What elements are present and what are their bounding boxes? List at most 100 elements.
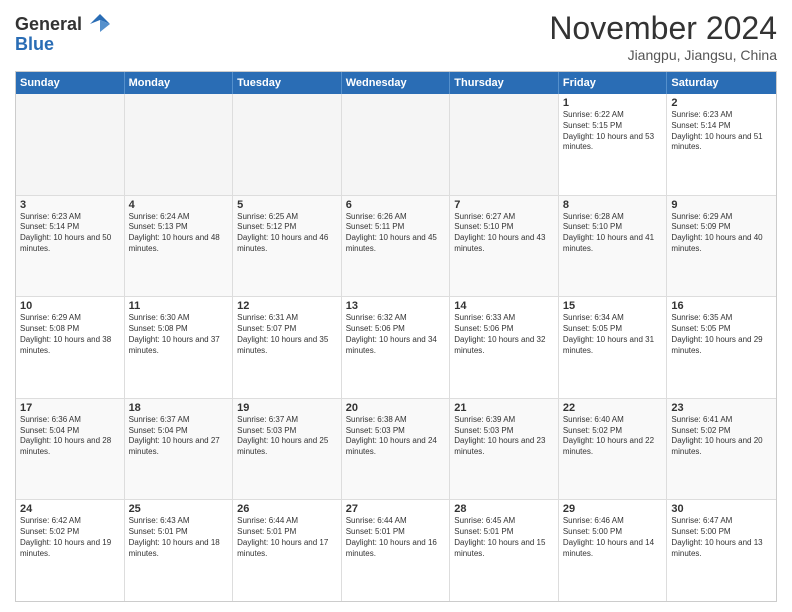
cell-info: Sunrise: 6:39 AMSunset: 5:03 PMDaylight:… — [454, 415, 554, 458]
weekday-header: Saturday — [667, 72, 776, 94]
calendar-cell: 19Sunrise: 6:37 AMSunset: 5:03 PMDayligh… — [233, 399, 342, 500]
calendar-cell: 20Sunrise: 6:38 AMSunset: 5:03 PMDayligh… — [342, 399, 451, 500]
cell-info: Sunrise: 6:46 AMSunset: 5:00 PMDaylight:… — [563, 516, 663, 559]
cell-info: Sunrise: 6:25 AMSunset: 5:12 PMDaylight:… — [237, 212, 337, 255]
calendar-row: 1Sunrise: 6:22 AMSunset: 5:15 PMDaylight… — [16, 94, 776, 196]
calendar-cell: 6Sunrise: 6:26 AMSunset: 5:11 PMDaylight… — [342, 196, 451, 297]
logo-general: General — [15, 14, 82, 35]
cell-info: Sunrise: 6:23 AMSunset: 5:14 PMDaylight:… — [671, 110, 772, 153]
cell-info: Sunrise: 6:27 AMSunset: 5:10 PMDaylight:… — [454, 212, 554, 255]
calendar-cell: 4Sunrise: 6:24 AMSunset: 5:13 PMDaylight… — [125, 196, 234, 297]
calendar-cell: 1Sunrise: 6:22 AMSunset: 5:15 PMDaylight… — [559, 94, 668, 195]
day-number: 29 — [563, 503, 663, 515]
day-number: 1 — [563, 97, 663, 109]
calendar-cell: 27Sunrise: 6:44 AMSunset: 5:01 PMDayligh… — [342, 500, 451, 601]
cell-info: Sunrise: 6:35 AMSunset: 5:05 PMDaylight:… — [671, 313, 772, 356]
calendar-cell: 26Sunrise: 6:44 AMSunset: 5:01 PMDayligh… — [233, 500, 342, 601]
day-number: 22 — [563, 402, 663, 414]
day-number: 24 — [20, 503, 120, 515]
calendar-cell: 24Sunrise: 6:42 AMSunset: 5:02 PMDayligh… — [16, 500, 125, 601]
calendar-page: General Blue November 2024 Jiangpu, Jian… — [0, 0, 792, 612]
cell-info: Sunrise: 6:31 AMSunset: 5:07 PMDaylight:… — [237, 313, 337, 356]
cell-info: Sunrise: 6:24 AMSunset: 5:13 PMDaylight:… — [129, 212, 229, 255]
calendar-cell — [342, 94, 451, 195]
calendar-cell: 11Sunrise: 6:30 AMSunset: 5:08 PMDayligh… — [125, 297, 234, 398]
calendar-cell: 21Sunrise: 6:39 AMSunset: 5:03 PMDayligh… — [450, 399, 559, 500]
logo-icon — [86, 10, 114, 38]
cell-info: Sunrise: 6:38 AMSunset: 5:03 PMDaylight:… — [346, 415, 446, 458]
logo: General Blue — [15, 10, 114, 55]
day-number: 2 — [671, 97, 772, 109]
cell-info: Sunrise: 6:23 AMSunset: 5:14 PMDaylight:… — [20, 212, 120, 255]
calendar-cell: 13Sunrise: 6:32 AMSunset: 5:06 PMDayligh… — [342, 297, 451, 398]
weekday-header: Thursday — [450, 72, 559, 94]
location: Jiangpu, Jiangsu, China — [549, 47, 777, 63]
calendar-cell: 15Sunrise: 6:34 AMSunset: 5:05 PMDayligh… — [559, 297, 668, 398]
calendar-cell: 29Sunrise: 6:46 AMSunset: 5:00 PMDayligh… — [559, 500, 668, 601]
calendar-cell: 25Sunrise: 6:43 AMSunset: 5:01 PMDayligh… — [125, 500, 234, 601]
calendar-cell: 12Sunrise: 6:31 AMSunset: 5:07 PMDayligh… — [233, 297, 342, 398]
day-number: 11 — [129, 300, 229, 312]
calendar-row: 24Sunrise: 6:42 AMSunset: 5:02 PMDayligh… — [16, 500, 776, 601]
day-number: 26 — [237, 503, 337, 515]
calendar-cell: 7Sunrise: 6:27 AMSunset: 5:10 PMDaylight… — [450, 196, 559, 297]
calendar-cell — [125, 94, 234, 195]
calendar-cell: 23Sunrise: 6:41 AMSunset: 5:02 PMDayligh… — [667, 399, 776, 500]
calendar: SundayMondayTuesdayWednesdayThursdayFrid… — [15, 71, 777, 602]
day-number: 20 — [346, 402, 446, 414]
cell-info: Sunrise: 6:41 AMSunset: 5:02 PMDaylight:… — [671, 415, 772, 458]
calendar-cell: 16Sunrise: 6:35 AMSunset: 5:05 PMDayligh… — [667, 297, 776, 398]
day-number: 6 — [346, 199, 446, 211]
calendar-cell: 28Sunrise: 6:45 AMSunset: 5:01 PMDayligh… — [450, 500, 559, 601]
cell-info: Sunrise: 6:34 AMSunset: 5:05 PMDaylight:… — [563, 313, 663, 356]
cell-info: Sunrise: 6:45 AMSunset: 5:01 PMDaylight:… — [454, 516, 554, 559]
calendar-cell: 22Sunrise: 6:40 AMSunset: 5:02 PMDayligh… — [559, 399, 668, 500]
day-number: 5 — [237, 199, 337, 211]
calendar-body: 1Sunrise: 6:22 AMSunset: 5:15 PMDaylight… — [16, 94, 776, 601]
day-number: 25 — [129, 503, 229, 515]
calendar-cell — [450, 94, 559, 195]
day-number: 30 — [671, 503, 772, 515]
calendar-cell: 3Sunrise: 6:23 AMSunset: 5:14 PMDaylight… — [16, 196, 125, 297]
cell-info: Sunrise: 6:22 AMSunset: 5:15 PMDaylight:… — [563, 110, 663, 153]
cell-info: Sunrise: 6:32 AMSunset: 5:06 PMDaylight:… — [346, 313, 446, 356]
day-number: 18 — [129, 402, 229, 414]
calendar-cell: 18Sunrise: 6:37 AMSunset: 5:04 PMDayligh… — [125, 399, 234, 500]
cell-info: Sunrise: 6:47 AMSunset: 5:00 PMDaylight:… — [671, 516, 772, 559]
calendar-cell: 17Sunrise: 6:36 AMSunset: 5:04 PMDayligh… — [16, 399, 125, 500]
day-number: 4 — [129, 199, 229, 211]
cell-info: Sunrise: 6:33 AMSunset: 5:06 PMDaylight:… — [454, 313, 554, 356]
weekday-header: Sunday — [16, 72, 125, 94]
cell-info: Sunrise: 6:29 AMSunset: 5:08 PMDaylight:… — [20, 313, 120, 356]
calendar-cell: 8Sunrise: 6:28 AMSunset: 5:10 PMDaylight… — [559, 196, 668, 297]
weekday-header: Tuesday — [233, 72, 342, 94]
calendar-row: 10Sunrise: 6:29 AMSunset: 5:08 PMDayligh… — [16, 297, 776, 399]
day-number: 28 — [454, 503, 554, 515]
day-number: 10 — [20, 300, 120, 312]
calendar-cell: 2Sunrise: 6:23 AMSunset: 5:14 PMDaylight… — [667, 94, 776, 195]
weekday-header: Monday — [125, 72, 234, 94]
month-title: November 2024 — [549, 10, 777, 47]
day-number: 16 — [671, 300, 772, 312]
calendar-row: 17Sunrise: 6:36 AMSunset: 5:04 PMDayligh… — [16, 399, 776, 501]
cell-info: Sunrise: 6:37 AMSunset: 5:03 PMDaylight:… — [237, 415, 337, 458]
cell-info: Sunrise: 6:37 AMSunset: 5:04 PMDaylight:… — [129, 415, 229, 458]
day-number: 15 — [563, 300, 663, 312]
cell-info: Sunrise: 6:44 AMSunset: 5:01 PMDaylight:… — [237, 516, 337, 559]
weekday-header: Friday — [559, 72, 668, 94]
calendar-row: 3Sunrise: 6:23 AMSunset: 5:14 PMDaylight… — [16, 196, 776, 298]
header: General Blue November 2024 Jiangpu, Jian… — [15, 10, 777, 63]
day-number: 3 — [20, 199, 120, 211]
calendar-cell — [233, 94, 342, 195]
cell-info: Sunrise: 6:36 AMSunset: 5:04 PMDaylight:… — [20, 415, 120, 458]
day-number: 23 — [671, 402, 772, 414]
title-area: November 2024 Jiangpu, Jiangsu, China — [549, 10, 777, 63]
day-number: 21 — [454, 402, 554, 414]
calendar-cell: 10Sunrise: 6:29 AMSunset: 5:08 PMDayligh… — [16, 297, 125, 398]
day-number: 7 — [454, 199, 554, 211]
calendar-cell: 14Sunrise: 6:33 AMSunset: 5:06 PMDayligh… — [450, 297, 559, 398]
cell-info: Sunrise: 6:40 AMSunset: 5:02 PMDaylight:… — [563, 415, 663, 458]
calendar-cell: 9Sunrise: 6:29 AMSunset: 5:09 PMDaylight… — [667, 196, 776, 297]
cell-info: Sunrise: 6:42 AMSunset: 5:02 PMDaylight:… — [20, 516, 120, 559]
day-number: 19 — [237, 402, 337, 414]
